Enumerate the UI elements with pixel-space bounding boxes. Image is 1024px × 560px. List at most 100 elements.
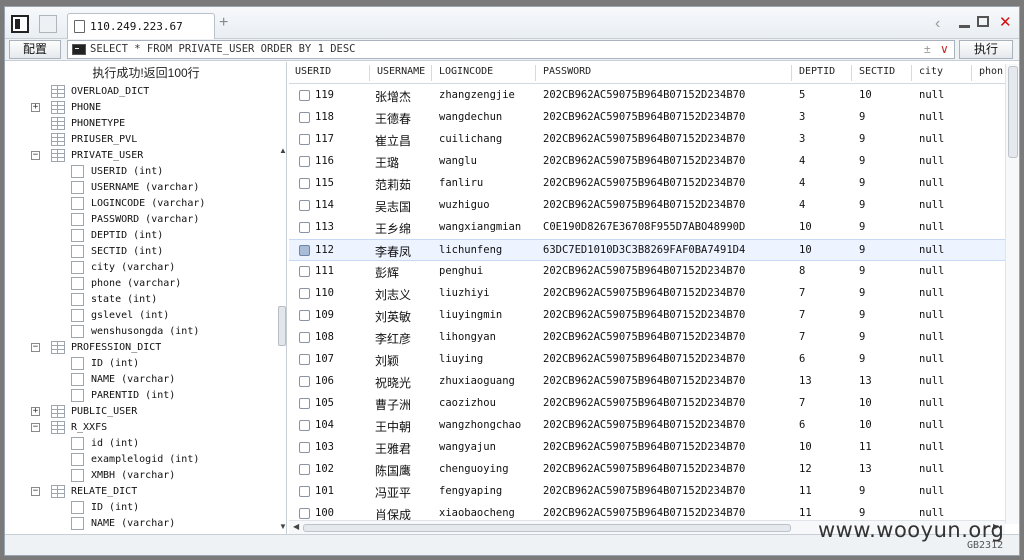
row-checkbox-icon[interactable]: [299, 464, 310, 475]
tree-column-node[interactable]: city (varchar): [5, 260, 275, 276]
row-checkbox-icon[interactable]: [299, 486, 310, 497]
table-row[interactable]: 114 吴志国 wuzhiguo 202CB962AC59075B964B07152D…: [289, 195, 1005, 217]
tree-column-node[interactable]: gslevel (int): [5, 308, 275, 324]
table-row[interactable]: 107 刘颖 liuying 202CB962AC59075B964B07152D23…: [289, 349, 1005, 371]
tree-column-node[interactable]: wenshusongda (int): [5, 324, 275, 340]
row-checkbox-icon[interactable]: [299, 508, 310, 519]
plus-minus-icon[interactable]: ±: [924, 42, 931, 56]
collapse-icon[interactable]: −: [31, 487, 40, 496]
row-checkbox-icon[interactable]: [299, 134, 310, 145]
tree-column-node[interactable]: state (int): [5, 292, 275, 308]
column-separator[interactable]: [369, 65, 370, 81]
table-row[interactable]: 113 王乡绵 wangxiangmian C0E190D8267E36708F955…: [289, 217, 1005, 239]
table-row[interactable]: 111 彭辉 penghui 202CB962AC59075B964B07152D23…: [289, 261, 1005, 283]
tree-table-node[interactable]: PHONETYPE: [5, 116, 275, 132]
tree-column-node[interactable]: PARENTID (int): [5, 388, 275, 404]
row-checkbox-icon[interactable]: [299, 354, 310, 365]
tree-column-node[interactable]: examplelogid (int): [5, 452, 275, 468]
tree-table-node[interactable]: − PRIVATE_USER: [5, 148, 275, 164]
row-checkbox-icon[interactable]: [299, 332, 310, 343]
tree-column-node[interactable]: phone (varchar): [5, 276, 275, 292]
scroll-left-icon[interactable]: ◀: [293, 522, 299, 531]
column-separator[interactable]: [791, 65, 792, 81]
row-checkbox-icon[interactable]: [299, 398, 310, 409]
table-row[interactable]: 117 崔立昌 cuilichang 202CB962AC59075B964B0715…: [289, 129, 1005, 151]
row-checkbox-icon[interactable]: [299, 200, 310, 211]
row-checkbox-icon[interactable]: [299, 420, 310, 431]
tree-column-node[interactable]: XMBH (varchar): [5, 468, 275, 484]
tree-table-node[interactable]: + PUBLIC_USER: [5, 404, 275, 420]
scroll-down-icon[interactable]: ▼: [279, 522, 287, 531]
column-header[interactable]: DEPTID: [799, 66, 835, 77]
row-checkbox-icon[interactable]: [299, 178, 310, 189]
table-row[interactable]: 115 范莉茹 fanliru 202CB962AC59075B964B07152D2…: [289, 173, 1005, 195]
tab-connection[interactable]: 110.249.223.67: [67, 13, 215, 39]
tree-scrollbar[interactable]: ▲ ▼: [277, 146, 287, 534]
table-row[interactable]: 106 祝晓光 zhuxiaoguang 202CB962AC59075B964B07…: [289, 371, 1005, 393]
back-arrow-icon[interactable]: ‹: [935, 15, 940, 33]
row-checkbox-icon[interactable]: [299, 222, 310, 233]
table-row[interactable]: 109 刘英敏 liuyingmin 202CB962AC59075B964B0715…: [289, 305, 1005, 327]
tree-column-node[interactable]: DEPTID (int): [5, 228, 275, 244]
row-checkbox-icon[interactable]: [299, 245, 310, 256]
expand-icon[interactable]: +: [31, 407, 40, 416]
grid-vertical-thumb[interactable]: [1008, 66, 1018, 158]
row-checkbox-icon[interactable]: [299, 156, 310, 167]
tree-column-node[interactable]: PASSWORD (varchar): [5, 212, 275, 228]
collapse-icon[interactable]: −: [31, 423, 40, 432]
tree-column-node[interactable]: id (int): [5, 436, 275, 452]
chevron-down-icon[interactable]: ∨: [940, 42, 949, 56]
scroll-up-icon[interactable]: ▲: [279, 146, 287, 155]
tree-column-node[interactable]: USERID (int): [5, 164, 275, 180]
table-row[interactable]: 105 曹子洲 caozizhou 202CB962AC59075B964B07152…: [289, 393, 1005, 415]
row-checkbox-icon[interactable]: [299, 288, 310, 299]
expand-icon[interactable]: +: [31, 103, 40, 112]
column-separator[interactable]: [535, 65, 536, 81]
tree-column-node[interactable]: USERNAME (varchar): [5, 180, 275, 196]
tree-column-node[interactable]: ID (int): [5, 356, 275, 372]
table-row[interactable]: 101 冯亚平 fengyaping 202CB962AC59075B964B0715…: [289, 481, 1005, 503]
column-header[interactable]: PASSWORD: [543, 66, 591, 77]
row-checkbox-icon[interactable]: [299, 112, 310, 123]
tree-table-node[interactable]: OVERLOAD_DICT: [5, 84, 275, 100]
tree-table-node[interactable]: − PROFESSION_DICT: [5, 340, 275, 356]
column-header[interactable]: USERID: [295, 66, 331, 77]
row-checkbox-icon[interactable]: [299, 310, 310, 321]
table-row[interactable]: 103 王雅君 wangyajun 202CB962AC59075B964B07152…: [289, 437, 1005, 459]
config-button[interactable]: 配置: [9, 40, 61, 59]
table-row[interactable]: 116 王璐 wanglu 202CB962AC59075B964B07152D234…: [289, 151, 1005, 173]
table-row[interactable]: 102 陈国鹰 chenguoying 202CB962AC59075B964B071…: [289, 459, 1005, 481]
tree-column-node[interactable]: LOGINCODE (varchar): [5, 196, 275, 212]
column-separator[interactable]: [431, 65, 432, 81]
column-separator[interactable]: [851, 65, 852, 81]
column-separator[interactable]: [911, 65, 912, 81]
tree-table-node[interactable]: PRIUSER_PVL: [5, 132, 275, 148]
tree-column-node[interactable]: NAME (varchar): [5, 516, 275, 532]
column-header[interactable]: LOGINCODE: [439, 66, 493, 77]
tree-scroll-thumb[interactable]: [278, 306, 286, 346]
row-checkbox-icon[interactable]: [299, 266, 310, 277]
row-checkbox-icon[interactable]: [299, 376, 310, 387]
maximize-icon[interactable]: [977, 16, 989, 27]
execute-button[interactable]: 执行: [959, 40, 1013, 59]
new-tab-button[interactable]: +: [219, 14, 228, 32]
minimize-icon[interactable]: [959, 25, 970, 28]
table-row[interactable]: 112 李春凤 lichunfeng 63DC7ED1010D3C3B8269FAF0…: [289, 239, 1005, 261]
tree-column-node[interactable]: SECTID (int): [5, 244, 275, 260]
tree-column-node[interactable]: ID (int): [5, 500, 275, 516]
table-row[interactable]: 104 王中朝 wangzhongchao 202CB962AC59075B964B0…: [289, 415, 1005, 437]
column-separator[interactable]: [971, 65, 972, 81]
tree-table-node[interactable]: + PHONE: [5, 100, 275, 116]
sql-input[interactable]: SELECT * FROM PRIVATE_USER ORDER BY 1 DE…: [67, 40, 955, 59]
column-header[interactable]: city: [919, 66, 943, 77]
panel-toggle-icon[interactable]: [11, 15, 29, 33]
close-icon[interactable]: ✕: [999, 13, 1012, 31]
secondary-panel-icon[interactable]: [39, 15, 57, 33]
collapse-icon[interactable]: −: [31, 151, 40, 160]
grid-horizontal-thumb[interactable]: [303, 524, 791, 532]
collapse-icon[interactable]: −: [31, 343, 40, 352]
tree-column-node[interactable]: NAME (varchar): [5, 372, 275, 388]
column-header[interactable]: USERNAME: [377, 66, 425, 77]
column-header[interactable]: SECTID: [859, 66, 895, 77]
tree-table-node[interactable]: − R_XXFS: [5, 420, 275, 436]
